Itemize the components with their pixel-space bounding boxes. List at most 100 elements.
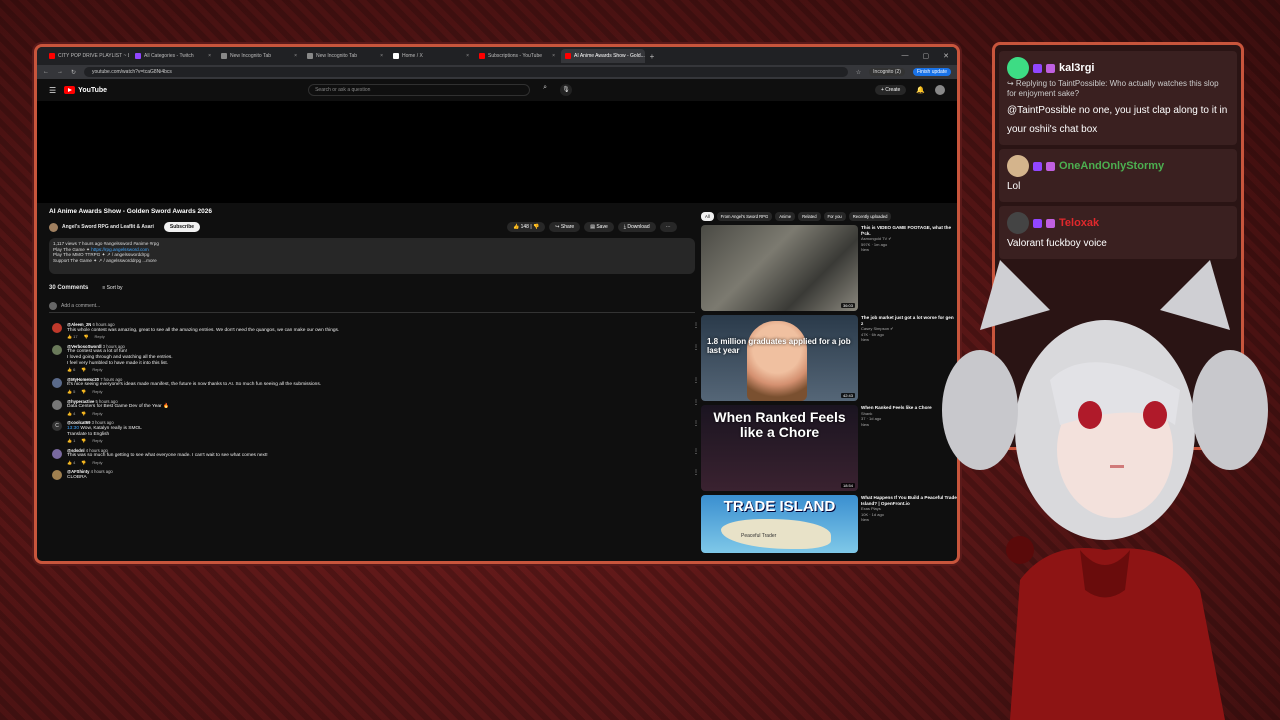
channel-avatar[interactable] [49,222,58,232]
url-field[interactable]: youtube.com/watch?v=tcaG8Ni4bcs [84,67,848,77]
video-thumbnail[interactable]: When Ranked Feels like a Chore 18:54 [701,405,858,491]
browser-tab[interactable]: Subscriptions - YouTube × [475,49,559,63]
comment-dislike-button[interactable]: 👎 [84,334,89,340]
comment-avatar[interactable] [52,399,62,410]
video-player[interactable] [37,101,957,203]
comment-menu-icon[interactable]: ⋮ [693,400,699,407]
comment-avatar[interactable]: C [52,421,62,432]
comment-menu-icon[interactable]: ⋮ [693,378,699,385]
close-tab-icon[interactable]: × [294,53,297,59]
close-tab-icon[interactable]: × [552,53,555,59]
comment-reply-button[interactable]: Reply [92,438,102,444]
comment-dislike-button[interactable]: 👎 [81,438,86,444]
comment-dislike-button[interactable]: 👎 [81,411,86,417]
comment-user[interactable]: @AFShinty [67,469,89,474]
comment-reply-button[interactable]: Reply [92,460,102,466]
comment-timestamp-link[interactable]: 13:30 [67,426,79,431]
bookmark-icon[interactable]: ☆ [856,69,861,76]
comment-dislike-button[interactable]: 👎 [81,389,86,395]
browser-tab[interactable]: All Categories - Twitch × [131,49,215,63]
recommended-video[interactable]: When Ranked Feels like a Chore 18:54 When … [701,405,957,491]
menu-icon[interactable]: ☰ [49,86,56,95]
comment-dislike-button[interactable]: 👎 [81,460,86,466]
video-thumbnail[interactable]: 36:03 [701,225,858,311]
comment-user[interactable]: @sdsdnl [67,448,85,453]
comment-reply-button[interactable]: Reply [92,411,102,417]
comment-like-button[interactable]: 👍 17 [67,334,78,340]
comment-reply-button[interactable]: Reply [92,389,102,395]
close-tab-icon[interactable]: × [380,53,383,59]
comment-user[interactable]: @Aleem_2N [67,322,91,327]
share-button[interactable]: ↪ Share [549,222,581,232]
account-avatar[interactable] [935,85,945,95]
more-actions-button[interactable]: ⋯ [659,222,677,232]
add-comment-row[interactable]: Add a comment... [49,302,695,313]
browser-tab[interactable]: Home / X × [389,49,473,63]
reload-icon[interactable]: ↻ [71,69,76,76]
comment-like-button[interactable]: 👍 1 [67,438,75,444]
download-button[interactable]: ⤓ Download [617,222,656,232]
incognito-badge[interactable]: Incognito (2) [869,68,905,76]
comment-avatar[interactable] [52,323,62,333]
filter-chip[interactable]: Recently uploaded [848,212,892,221]
finish-update-button[interactable]: Finish update [912,68,951,76]
browser-tab[interactable]: New Incognito Tab × [217,49,301,63]
video-thumbnail[interactable]: 1.8 million graduates applied for a job … [701,315,858,401]
comment-like-button[interactable]: 👍 4 [67,411,75,417]
comment-menu-icon[interactable]: ⋮ [693,323,699,330]
video-thumbnail[interactable]: Peaceful Trader TRADE ISLAND [701,495,858,553]
comment-menu-icon[interactable]: ⋮ [693,449,699,456]
comment-dislike-button[interactable]: 👎 [81,367,86,373]
filter-chip[interactable]: Anime [775,212,796,221]
filter-chip[interactable]: All [701,212,714,221]
comment-menu-icon[interactable]: ⋮ [693,471,699,477]
filter-chip[interactable]: From Angel's Sword RPG [716,212,773,221]
back-icon[interactable]: ← [43,69,49,75]
like-button[interactable]: 👍 148 | 👎 [507,222,546,232]
filter-chip[interactable]: For you [823,212,846,221]
close-window-icon[interactable]: ✕ [943,52,949,60]
add-comment-input[interactable]: Add a comment... [61,303,100,309]
comment-avatar[interactable] [52,344,62,355]
search-icon[interactable]: ⌕ [538,84,552,96]
new-tab-button[interactable]: + [647,52,657,61]
minimize-icon[interactable]: — [902,52,909,60]
comment-avatar[interactable] [52,377,62,388]
comment-avatar[interactable] [52,448,62,459]
comment-avatar[interactable] [52,470,62,481]
channel-name[interactable]: Angel's Sword RPG and Leaflit & Asari [62,224,154,230]
browser-tab[interactable]: CITY POP DRIVE PLAYLIST ~ 8...× [45,49,129,63]
comment-menu-icon[interactable]: ⋮ [693,345,699,352]
search-input[interactable]: Search or ask a question [308,84,531,96]
recommended-video[interactable]: Peaceful Trader TRADE ISLAND What Happens … [701,495,957,553]
subscribe-button[interactable]: Subscribe [163,222,201,232]
browser-tab[interactable]: New Incognito Tab × [303,49,387,63]
video-title[interactable]: What Happens If You Build a Peaceful Tra… [861,495,957,506]
video-title[interactable]: This is VIDEO GAME FOOTAGE, what the f*c… [861,225,957,236]
comment-like-button[interactable]: 👍 6 [67,367,75,373]
description-box[interactable]: 1,117 views 7 hours ago #angelssword #an… [49,238,695,274]
save-button[interactable]: ▤ Save [584,222,614,232]
comment-user[interactable]: @hyperactive [67,399,94,404]
create-button[interactable]: + Create [874,85,907,95]
video-title[interactable]: The job market just got a lot worse for … [861,315,957,326]
comment-user[interactable]: @coolcat69 [67,420,90,425]
filter-chip[interactable]: Related [798,212,821,221]
maximize-icon[interactable]: ▢ [923,52,930,60]
comment-reply-button[interactable]: Reply [92,367,102,373]
close-tab-icon[interactable]: × [208,53,211,59]
comment-reply-button[interactable]: Reply [95,334,105,340]
comment-menu-icon[interactable]: ⋮ [693,422,699,428]
close-tab-icon[interactable]: × [466,53,469,59]
sort-button[interactable]: ≡ Sort by [102,285,122,291]
comment-user[interactable]: @MyHomeIsc20 [67,377,99,382]
recommended-video[interactable]: 1.8 million graduates applied for a job … [701,315,957,401]
youtube-logo[interactable]: YouTube [64,86,107,94]
chat-username[interactable]: kal3rgi [1059,59,1094,78]
recommended-video[interactable]: 36:03 This is VIDEO GAME FOOTAGE, what th… [701,225,957,311]
chat-username[interactable]: Teloxak [1059,214,1099,233]
mic-icon[interactable]: 🎙 [560,84,573,96]
comment-like-button[interactable]: 👍 5 [67,389,75,395]
bell-icon[interactable]: 🔔 [916,86,925,94]
forward-icon[interactable]: → [57,69,63,75]
